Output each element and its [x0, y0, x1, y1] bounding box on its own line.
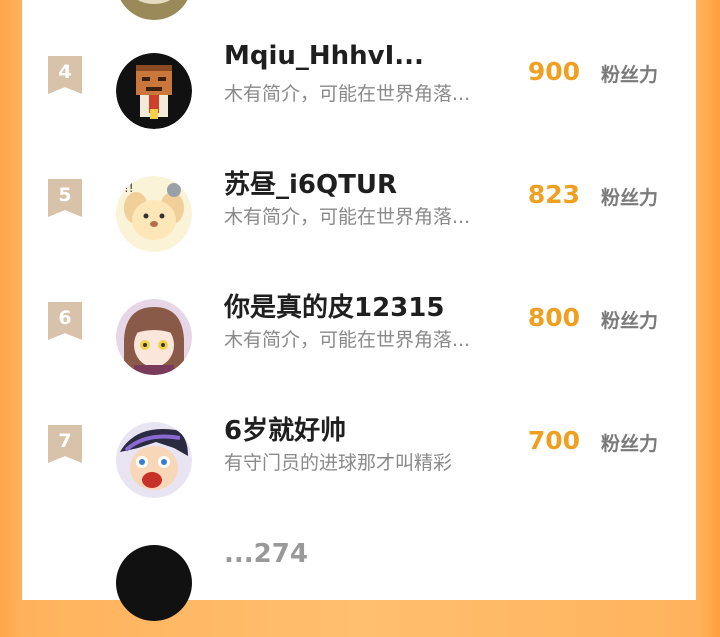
fan-power-unit: 粉丝力 [600, 64, 658, 86]
user-bio: 木有简介，可能在世界角落... [224, 206, 471, 228]
leaderboard-row[interactable]: 6 你是真的皮12315 木有简介，可能在世界角落... 800 粉丝力 [22, 281, 696, 391]
user-name[interactable]: 你是真的皮12315 [224, 287, 444, 324]
leaderboard-row[interactable]: 5 !! 苏昼_i6QTUR 木有简介，可能在世界角落... 823 粉丝力 [22, 158, 696, 268]
fan-power-count: 800 [527, 303, 580, 332]
fan-power-count: 900 [527, 57, 580, 86]
box-head-avatar-icon[interactable] [116, 53, 192, 129]
puppy-avatar-icon[interactable]: !! [116, 176, 192, 252]
anime-girl-avatar-icon[interactable] [116, 299, 192, 375]
user-name[interactable]: 苏昼_i6QTUR [224, 164, 397, 201]
fan-power-unit: 粉丝力 [600, 310, 658, 332]
fan-power-count: 823 [527, 180, 580, 209]
leaderboard-card: 4 Mqiu_HhhvI... 木有简介，可能在世界角落... 900 粉丝力 … [22, 0, 696, 621]
svg-text:!!: !! [124, 181, 134, 195]
avatar-partial-top[interactable] [116, 0, 192, 20]
user-bio: 木有简介，可能在世界角落... [224, 83, 471, 105]
dark-avatar-icon[interactable] [116, 545, 192, 621]
shocked-anime-avatar-icon[interactable] [116, 422, 192, 498]
leaderboard-row[interactable]: 4 Mqiu_HhhvI... 木有简介，可能在世界角落... 900 粉丝力 [22, 35, 696, 145]
rank-badge: 4 [48, 56, 82, 94]
fan-power-unit: 粉丝力 [600, 433, 658, 455]
rank-badge: 5 [48, 179, 82, 217]
leaderboard-row[interactable]: ...274 [22, 527, 696, 637]
user-name[interactable]: Mqiu_HhhvI... [224, 41, 424, 71]
fan-power-unit: 粉丝力 [600, 187, 658, 209]
user-bio: 有守门员的进球那才叫精彩 [224, 452, 453, 474]
leaderboard-row[interactable]: 7 6岁就好帅 有守门员的进球那才叫精彩 700 粉丝力 [22, 404, 696, 514]
rank-badge: 7 [48, 425, 82, 463]
rank-badge: 6 [48, 302, 82, 340]
user-name[interactable]: ...274 [224, 539, 308, 569]
user-bio: 木有简介，可能在世界角落... [224, 329, 471, 351]
user-name[interactable]: 6岁就好帅 [224, 410, 346, 447]
fan-power-count: 700 [527, 426, 580, 455]
